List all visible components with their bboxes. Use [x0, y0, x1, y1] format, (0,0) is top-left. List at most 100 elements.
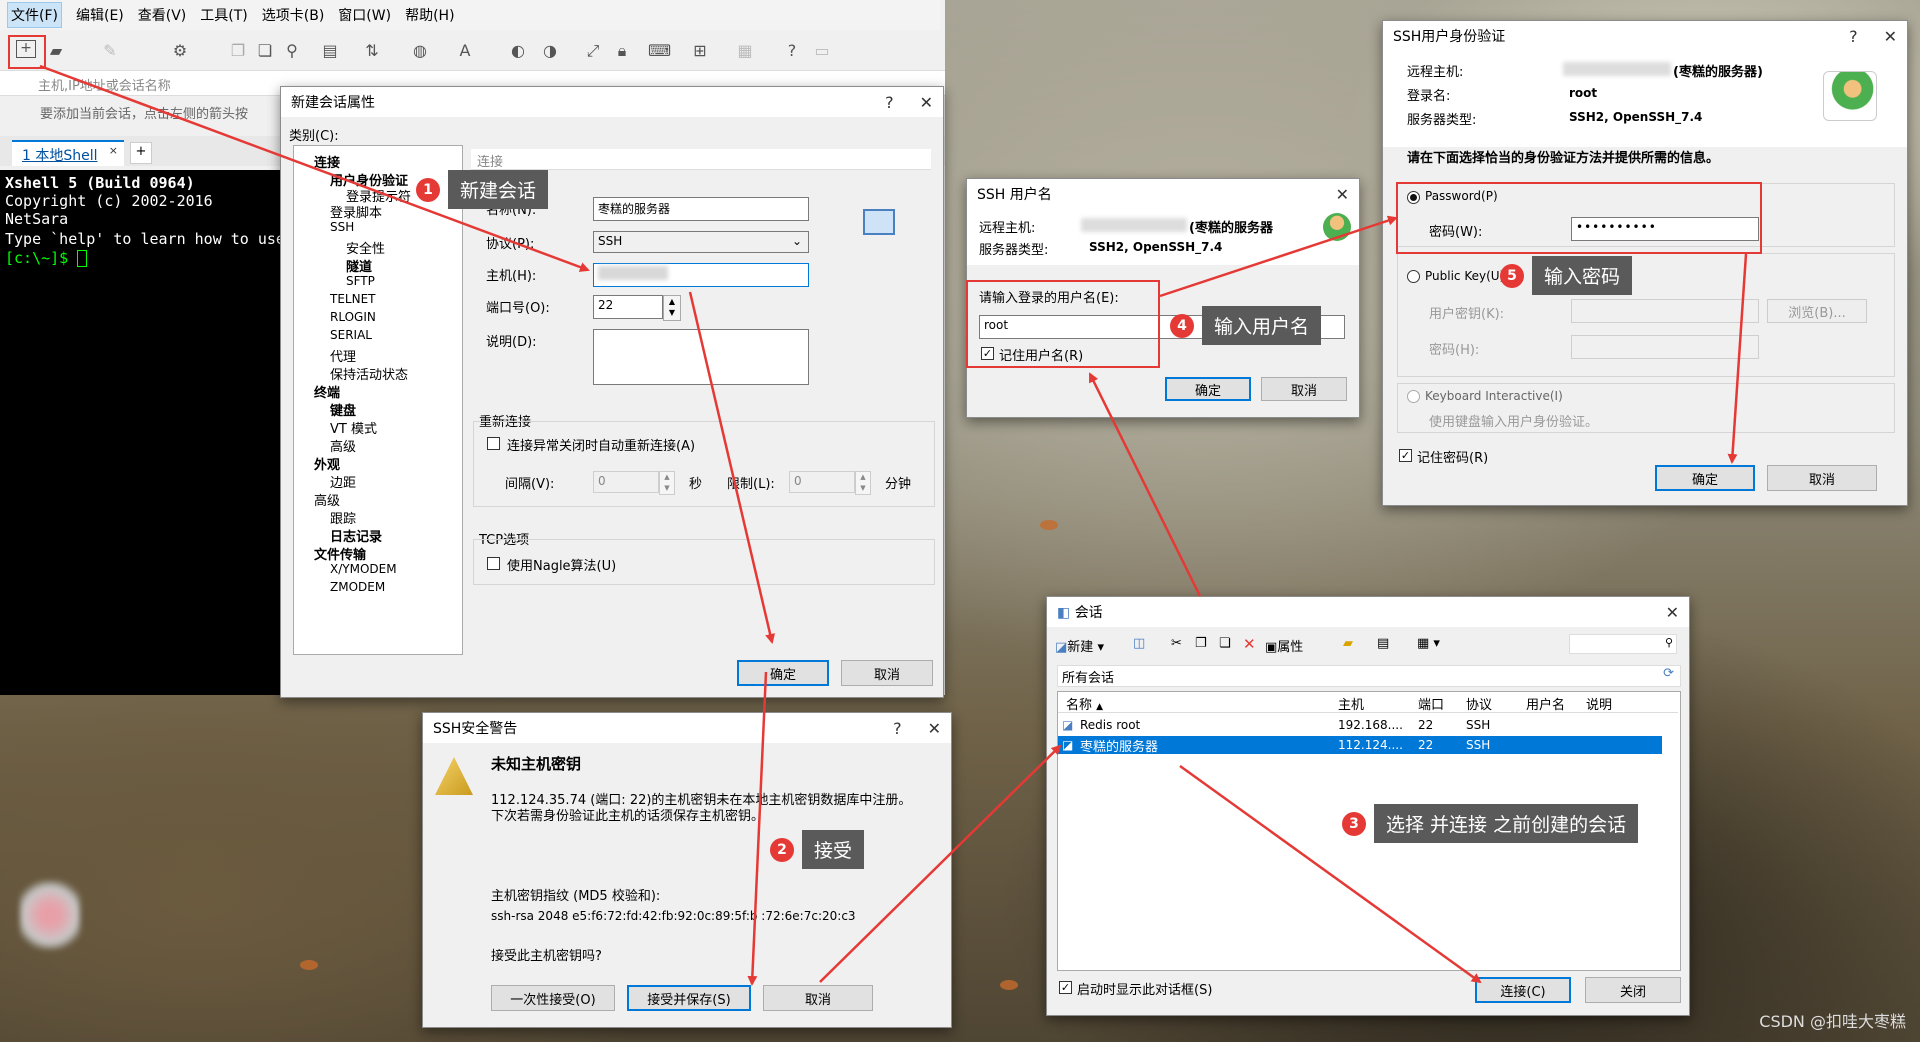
limit-stepper[interactable]: ▲ ▼	[855, 471, 871, 495]
cut-icon[interactable]: ✂	[1171, 636, 1182, 651]
limit-input[interactable]: 0	[789, 471, 855, 493]
view-icon[interactable]: ▦ ▾	[1417, 636, 1440, 651]
close-icon[interactable]: ✕	[920, 93, 933, 112]
help-icon[interactable]: ?	[782, 41, 802, 61]
port-stepper[interactable]: ▲ ▼	[663, 295, 681, 321]
close-icon[interactable]: ✕	[1884, 27, 1897, 46]
delete-icon[interactable]: ✕	[1243, 635, 1256, 653]
tab-local-shell[interactable]: 1 本地Shell ×	[12, 140, 124, 166]
address-input[interactable]: 主机,IP地址或会话名称	[38, 75, 171, 94]
menu-edit[interactable]: 编辑(E)	[76, 5, 124, 25]
tree-item-rlogin[interactable]: RLOGIN	[330, 310, 376, 324]
tree-item-keepalive[interactable]: 保持活动状态	[330, 364, 408, 383]
menu-file[interactable]: 文件(F)	[7, 2, 62, 28]
name-input[interactable]: 枣糕的服务器	[593, 197, 809, 221]
close-icon[interactable]: ✕	[1336, 185, 1349, 204]
col-description[interactable]: 说明	[1586, 694, 1612, 713]
col-protocol[interactable]: 协议	[1466, 694, 1492, 713]
table-row[interactable]: ◪ Redis root 192.168.... 22 SSH	[1058, 716, 1662, 734]
transfer-icon[interactable]: ⇅	[362, 41, 382, 61]
tree-item-zmodem[interactable]: ZMODEM	[330, 580, 385, 594]
accept-once-button[interactable]: 一次性接受(O)	[491, 985, 615, 1011]
properties-icon[interactable]: ⚙	[170, 41, 190, 61]
pubkey-radio[interactable]	[1407, 270, 1420, 283]
close-button[interactable]: 关闭	[1585, 977, 1681, 1003]
print-icon[interactable]: ▤	[320, 41, 340, 61]
search-input[interactable]: ⚲	[1569, 634, 1677, 654]
tree-item-xymodem[interactable]: X/YMODEM	[330, 562, 397, 576]
folder-icon[interactable]: ▰	[1343, 636, 1353, 651]
interval-input[interactable]: 0	[593, 471, 659, 493]
xmanager-icon[interactable]: ◑	[540, 41, 560, 61]
col-port[interactable]: 端口	[1418, 694, 1444, 713]
close-icon[interactable]: ✕	[928, 719, 941, 738]
ok-button[interactable]: 确定	[1165, 377, 1251, 401]
help-icon[interactable]: ?	[1849, 27, 1858, 46]
close-icon[interactable]: ×	[109, 144, 118, 157]
tree-item-proxy[interactable]: 代理	[330, 346, 356, 365]
passphrase-input[interactable]	[1571, 335, 1759, 359]
connect-button[interactable]: 连接(C)	[1475, 977, 1571, 1003]
globe-icon[interactable]: ◍	[410, 41, 430, 61]
interval-stepper[interactable]: ▲ ▼	[659, 471, 675, 495]
fullscreen-icon[interactable]: ⤢	[583, 41, 603, 61]
tree-item-advanced[interactable]: 高级	[330, 436, 356, 455]
tree-item-terminal[interactable]: 终端	[314, 382, 340, 401]
col-name-wrap[interactable]: 名称 ▲	[1066, 694, 1103, 713]
col-username[interactable]: 用户名	[1526, 694, 1565, 713]
close-icon[interactable]: ✕	[1666, 603, 1679, 622]
menu-tabs[interactable]: 选项卡(B)	[262, 5, 325, 25]
port-input[interactable]: 22	[593, 295, 663, 319]
refresh-icon[interactable]: ⟳	[1663, 666, 1674, 681]
cancel-button[interactable]: 取消	[1261, 377, 1347, 401]
tree-item-logging[interactable]: 日志记录	[330, 526, 382, 545]
xftp-icon[interactable]: ◐	[508, 41, 528, 61]
category-tree[interactable]: 连接 用户身份验证 登录提示符 登录脚本 SSH 安全性 隧道 SFTP TEL…	[293, 145, 463, 655]
host-input[interactable]	[593, 263, 809, 287]
cancel-button[interactable]: 取消	[763, 985, 873, 1011]
find-icon[interactable]: ⚲	[282, 41, 302, 61]
new-button[interactable]: ◪新建 ▾	[1055, 636, 1104, 655]
layout-icon[interactable]: ▦	[735, 41, 755, 61]
user-key-select[interactable]	[1571, 299, 1759, 323]
tree-item-margin[interactable]: 边距	[330, 472, 356, 491]
tree-item-vt-mode[interactable]: VT 模式	[330, 418, 377, 437]
ok-button[interactable]: 确定	[737, 660, 829, 686]
description-input[interactable]	[593, 329, 809, 385]
accept-save-button[interactable]: 接受并保存(S)	[627, 985, 751, 1011]
startup-checkbox[interactable]: ✓	[1059, 981, 1072, 994]
tree-item-connection[interactable]: 连接	[314, 152, 340, 171]
browse-button[interactable]: 浏览(B)...	[1767, 299, 1867, 323]
tree-item-sftp[interactable]: SFTP	[346, 274, 375, 288]
menu-help[interactable]: 帮助(H)	[405, 5, 454, 25]
tree-item-serial[interactable]: SERIAL	[330, 328, 372, 342]
ok-button[interactable]: 确定	[1655, 465, 1755, 491]
nagle-checkbox[interactable]	[487, 557, 500, 570]
tree-item-login-script[interactable]: 登录脚本	[330, 202, 382, 221]
tree-item-ssh[interactable]: SSH	[330, 220, 354, 234]
tree-item-appearance[interactable]: 外观	[314, 454, 340, 473]
col-host[interactable]: 主机	[1338, 694, 1364, 713]
tree-item-file-transfer[interactable]: 文件传输	[314, 544, 366, 563]
import-icon[interactable]: ▤	[1377, 636, 1389, 651]
lock-icon[interactable]: 🔒︎	[612, 41, 632, 61]
properties-button[interactable]: ▣属性	[1265, 636, 1303, 655]
keyboard-icon[interactable]: ⌨	[648, 41, 671, 61]
tree-item-trace[interactable]: 跟踪	[330, 508, 356, 527]
copy-to-icon[interactable]: ◫	[1133, 636, 1145, 651]
add-tab-button[interactable]: +	[130, 142, 152, 164]
copy-icon[interactable]: ❐	[1195, 636, 1207, 651]
tree-item-keyboard[interactable]: 键盘	[330, 400, 356, 419]
paste-icon[interactable]: ❏	[1219, 636, 1231, 651]
tree-item-telnet[interactable]: TELNET	[330, 292, 376, 306]
tree-item-advanced-2[interactable]: 高级	[314, 490, 340, 509]
kbd-radio[interactable]	[1407, 390, 1420, 403]
connect-icon[interactable]: ✎	[100, 41, 120, 61]
help-icon[interactable]: ?	[885, 93, 894, 112]
help-icon[interactable]: ?	[893, 719, 902, 738]
cancel-button[interactable]: 取消	[841, 660, 933, 686]
menu-tools[interactable]: 工具(T)	[200, 5, 247, 25]
cancel-button[interactable]: 取消	[1767, 465, 1877, 491]
open-folder-icon[interactable]: ▰	[46, 41, 66, 61]
table-row-selected[interactable]: ◪ 枣糕的服务器 112.124.... 22 SSH	[1058, 736, 1662, 755]
